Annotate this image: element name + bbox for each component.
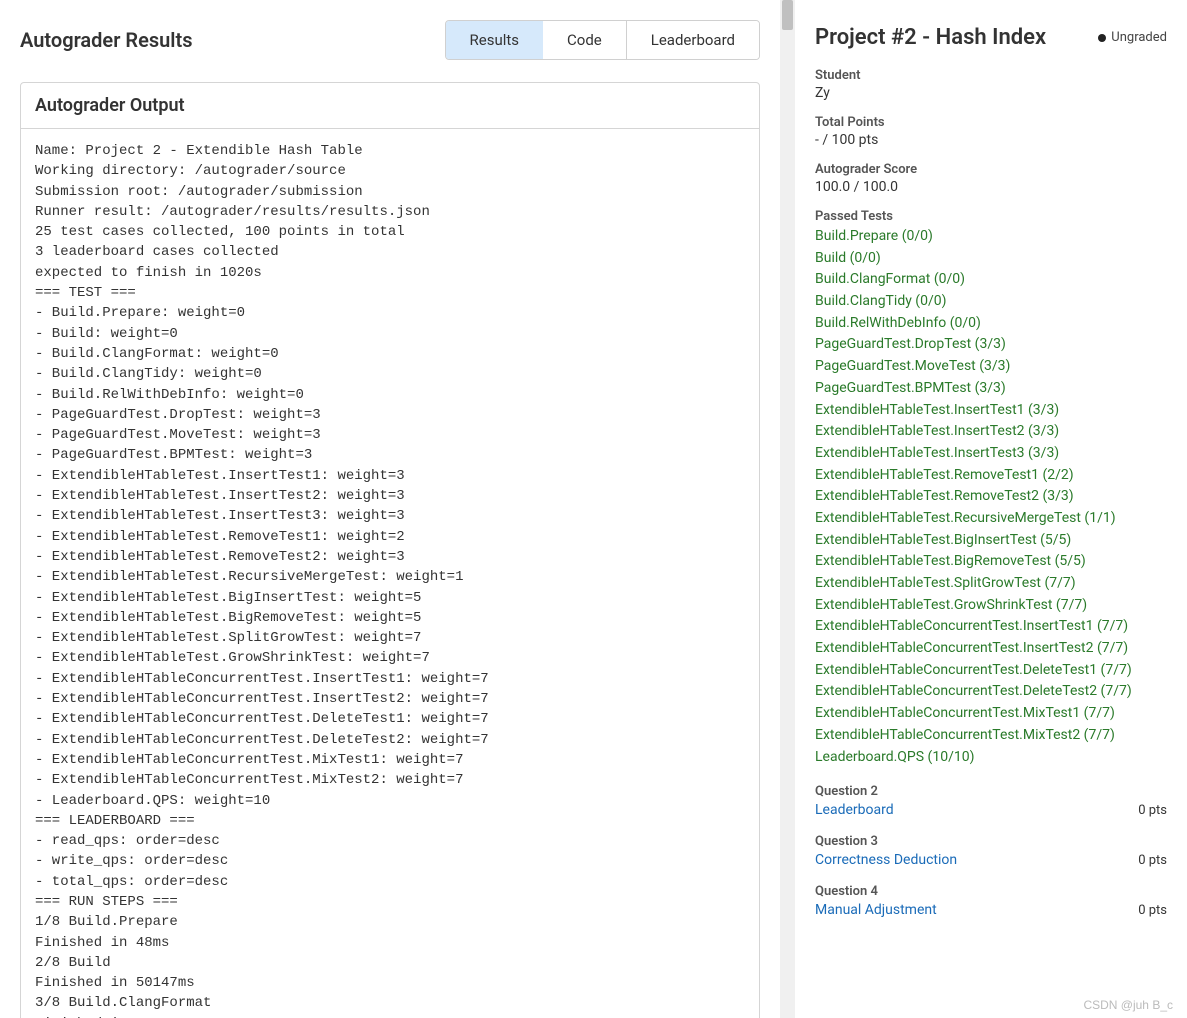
question-block: Question 3 Correctness Deduction 0 pts [815, 834, 1167, 868]
autograder-output-card: Autograder Output Name: Project 2 - Exte… [20, 82, 760, 1018]
passed-test-item[interactable]: ExtendibleHTableTest.RecursiveMergeTest … [815, 508, 1167, 530]
question-link[interactable]: Leaderboard [815, 802, 894, 818]
passed-test-item[interactable]: ExtendibleHTableConcurrentTest.InsertTes… [815, 616, 1167, 638]
passed-test-item[interactable]: ExtendibleHTableTest.InsertTest1 (3/3) [815, 400, 1167, 422]
passed-test-item[interactable]: Build.Prepare (0/0) [815, 226, 1167, 248]
question-block: Question 2 Leaderboard 0 pts [815, 784, 1167, 818]
tab-code[interactable]: Code [543, 21, 627, 59]
passed-test-item[interactable]: ExtendibleHTableTest.InsertTest2 (3/3) [815, 421, 1167, 443]
passed-tests-label: Passed Tests [815, 209, 1167, 224]
status-text: Ungraded [1111, 30, 1167, 45]
student-label: Student [815, 68, 1167, 83]
question-label: Question 3 [815, 834, 1167, 849]
page-title: Autograder Results [20, 28, 192, 52]
passed-test-item[interactable]: ExtendibleHTableTest.SplitGrowTest (7/7) [815, 573, 1167, 595]
total-points-label: Total Points [815, 115, 1167, 130]
passed-test-item[interactable]: ExtendibleHTableConcurrentTest.MixTest1 … [815, 703, 1167, 725]
left-panel: Autograder Results Results Code Leaderbo… [0, 0, 780, 1018]
passed-test-item[interactable]: ExtendibleHTableTest.BigRemoveTest (5/5) [815, 551, 1167, 573]
passed-test-item[interactable]: ExtendibleHTableTest.RemoveTest2 (3/3) [815, 486, 1167, 508]
passed-test-item[interactable]: Build.ClangFormat (0/0) [815, 269, 1167, 291]
scrollbar[interactable] [780, 0, 795, 1018]
total-points-value: - / 100 pts [815, 132, 1167, 148]
passed-test-item[interactable]: PageGuardTest.DropTest (3/3) [815, 334, 1167, 356]
passed-test-item[interactable]: Build.RelWithDebInfo (0/0) [815, 313, 1167, 335]
passed-test-item[interactable]: Build (0/0) [815, 248, 1167, 270]
tab-results[interactable]: Results [445, 20, 545, 60]
question-link[interactable]: Manual Adjustment [815, 902, 937, 918]
passed-test-item[interactable]: ExtendibleHTableTest.RemoveTest1 (2/2) [815, 465, 1167, 487]
scrollbar-thumb[interactable] [782, 0, 793, 30]
question-points: 0 pts [1138, 903, 1167, 918]
question-points: 0 pts [1138, 803, 1167, 818]
passed-test-item[interactable]: Leaderboard.QPS (10/10) [815, 747, 1167, 769]
right-panel: Project #2 - Hash Index Ungraded Student… [795, 0, 1187, 1018]
question-points: 0 pts [1138, 853, 1167, 868]
passed-test-item[interactable]: ExtendibleHTableTest.InsertTest3 (3/3) [815, 443, 1167, 465]
question-row: Leaderboard 0 pts [815, 802, 1167, 818]
watermark: CSDN @juh B_c [1083, 998, 1173, 1012]
tab-leaderboard[interactable]: Leaderboard [627, 21, 759, 59]
status-badge: Ungraded [1098, 30, 1167, 45]
autograder-score-value: 100.0 / 100.0 [815, 179, 1167, 195]
passed-test-item[interactable]: PageGuardTest.BPMTest (3/3) [815, 378, 1167, 400]
tabs: Results Code Leaderboard [445, 20, 760, 60]
student-name: Zy [815, 85, 1167, 101]
question-label: Question 2 [815, 784, 1167, 799]
passed-test-item[interactable]: ExtendibleHTableTest.BigInsertTest (5/5) [815, 530, 1167, 552]
status-dot-icon [1098, 34, 1106, 42]
autograder-output-body: Name: Project 2 - Extendible Hash Table … [21, 129, 759, 1018]
question-row: Correctness Deduction 0 pts [815, 852, 1167, 868]
passed-test-item[interactable]: ExtendibleHTableTest.GrowShrinkTest (7/7… [815, 595, 1167, 617]
questions-list: Question 2 Leaderboard 0 pts Question 3 Corr… [815, 784, 1167, 918]
project-header: Project #2 - Hash Index Ungraded [815, 25, 1167, 50]
passed-test-item[interactable]: PageGuardTest.MoveTest (3/3) [815, 356, 1167, 378]
header-row: Autograder Results Results Code Leaderbo… [20, 20, 760, 60]
autograder-score-label: Autograder Score [815, 162, 1167, 177]
autograder-output-title: Autograder Output [21, 83, 759, 129]
question-row: Manual Adjustment 0 pts [815, 902, 1167, 918]
project-title: Project #2 - Hash Index [815, 25, 1046, 50]
question-link[interactable]: Correctness Deduction [815, 852, 957, 868]
passed-test-item[interactable]: ExtendibleHTableConcurrentTest.MixTest2 … [815, 725, 1167, 747]
passed-tests-list: Build.Prepare (0/0)Build (0/0)Build.Clan… [815, 226, 1167, 768]
question-label: Question 4 [815, 884, 1167, 899]
passed-test-item[interactable]: ExtendibleHTableConcurrentTest.DeleteTes… [815, 660, 1167, 682]
passed-test-item[interactable]: ExtendibleHTableConcurrentTest.DeleteTes… [815, 681, 1167, 703]
passed-test-item[interactable]: ExtendibleHTableConcurrentTest.InsertTes… [815, 638, 1167, 660]
passed-test-item[interactable]: Build.ClangTidy (0/0) [815, 291, 1167, 313]
question-block: Question 4 Manual Adjustment 0 pts [815, 884, 1167, 918]
